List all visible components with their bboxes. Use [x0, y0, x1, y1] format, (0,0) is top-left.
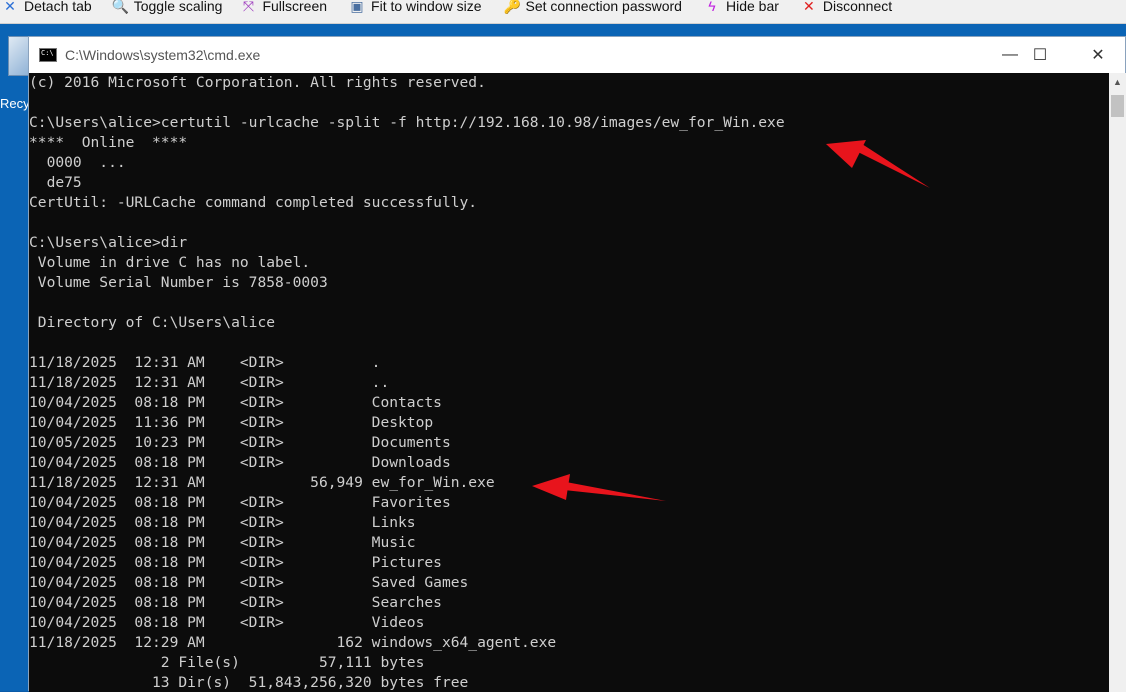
- console-line: **** Online ****: [29, 134, 188, 151]
- cmd-window[interactable]: C:\Windows\system32\cmd.exe — ☐ ✕ (c) 20…: [28, 36, 1126, 692]
- console-line: 0000 ...: [29, 154, 126, 171]
- toolbar-item-label: Fit to window size: [371, 0, 482, 14]
- console-output[interactable]: (c) 2016 Microsoft Corporation. All righ…: [29, 73, 1109, 692]
- console-line: CertUtil: -URLCache command completed su…: [29, 194, 478, 211]
- console-line: 10/04/2025 08:18 PM <DIR> Music: [29, 534, 416, 551]
- console-line: de75: [29, 174, 82, 191]
- toolbar-detach-tab-button[interactable]: ✕ Detach tab: [0, 0, 96, 14]
- toolbar-disconnect-button[interactable]: ✕ Disconnect: [799, 0, 896, 14]
- toolbar-item-label: Disconnect: [822, 0, 893, 14]
- lightning-icon: ϟ: [708, 0, 716, 14]
- window-titlebar[interactable]: C:\Windows\system32\cmd.exe — ☐ ✕: [29, 37, 1125, 73]
- toolbar-item-label: Toggle scaling: [133, 0, 223, 14]
- cmd-app-icon: [39, 48, 57, 62]
- console-line: C:\Users\alice>dir: [29, 234, 188, 251]
- fullscreen-icon: ⤧: [242, 0, 255, 14]
- console-line: Volume in drive C has no label.: [29, 254, 311, 271]
- scroll-up-icon[interactable]: ▲: [1109, 73, 1126, 90]
- console-line: 10/04/2025 08:18 PM <DIR> Downloads: [29, 454, 451, 471]
- console-line: C:\Users\alice>certutil -urlcache -split…: [29, 114, 785, 131]
- close-x-icon: ✕: [803, 0, 815, 14]
- toolbar-item-label: Set connection password: [525, 0, 682, 14]
- console-line: 11/18/2025 12:29 AM 162 windows_x64_agen…: [29, 634, 557, 651]
- scrollbar-thumb[interactable]: [1111, 95, 1124, 117]
- console-line: 10/04/2025 08:18 PM <DIR> Videos: [29, 614, 425, 631]
- recycle-bin-label: Recy: [0, 96, 30, 111]
- console-line: 10/04/2025 11:36 PM <DIR> Desktop: [29, 414, 434, 431]
- toolbar-fullscreen-button[interactable]: ⤧ Fullscreen: [238, 0, 331, 14]
- maximize-icon: ☐: [1032, 47, 1048, 64]
- console-line: 2 File(s) 57,111 bytes: [29, 654, 425, 671]
- toolbar-fit-to-window-size-button[interactable]: ▣ Fit to window size: [347, 0, 485, 14]
- recycle-bin-shortcut[interactable]: Recy: [0, 36, 30, 116]
- console-line: 11/18/2025 12:31 AM <DIR> .: [29, 354, 381, 371]
- fit-window-icon: ▣: [350, 0, 364, 14]
- console-line: 10/04/2025 08:18 PM <DIR> Contacts: [29, 394, 442, 411]
- toolbar-item-label: Fullscreen: [262, 0, 328, 14]
- close-button[interactable]: ✕: [1069, 37, 1126, 73]
- console-line: 10/04/2025 08:18 PM <DIR> Favorites: [29, 494, 451, 511]
- toolbar-item-label: Hide bar: [725, 0, 779, 14]
- console-line: 10/04/2025 08:18 PM <DIR> Searches: [29, 594, 442, 611]
- vertical-scrollbar[interactable]: ▲: [1109, 73, 1126, 692]
- console-line: 10/04/2025 08:18 PM <DIR> Saved Games: [29, 574, 469, 591]
- console-line: 10/05/2025 10:23 PM <DIR> Documents: [29, 434, 451, 451]
- console-line: Directory of C:\Users\alice: [29, 314, 276, 331]
- console-line: 13 Dir(s) 51,843,256,320 bytes free: [29, 674, 469, 691]
- console-line: 10/04/2025 08:18 PM <DIR> Pictures: [29, 554, 442, 571]
- toolbar-set-connection-password-button[interactable]: 🔑 Set connection password: [502, 0, 686, 14]
- console-line: Volume Serial Number is 7858-0003: [29, 274, 328, 291]
- console-line: 11/18/2025 12:31 AM 56,949 ew_for_Win.ex…: [29, 474, 495, 491]
- detach-icon: ✕: [4, 0, 16, 14]
- console-line: 11/18/2025 12:31 AM <DIR> ..: [29, 374, 390, 391]
- console-line: (c) 2016 Microsoft Corporation. All righ…: [29, 74, 486, 91]
- toolbar-hide-bar-button[interactable]: ϟ Hide bar: [702, 0, 783, 14]
- console-line: 10/04/2025 08:18 PM <DIR> Links: [29, 514, 416, 531]
- toolbar-toggle-scaling-button[interactable]: 🔍 Toggle scaling: [110, 0, 227, 14]
- close-icon: ✕: [1091, 47, 1105, 64]
- recycle-bin-icon: [8, 36, 30, 76]
- magnifier-icon: 🔍: [111, 0, 130, 14]
- toolbar-item-label: Detach tab: [24, 0, 92, 14]
- window-title: C:\Windows\system32\cmd.exe: [65, 47, 261, 63]
- key-icon: 🔑: [503, 0, 521, 14]
- remote-session-toolbar: ✕ Detach tab 🔍 Toggle scaling ⤧ Fullscreen ▣ Fi…: [0, 0, 1126, 24]
- maximize-button[interactable]: ☐: [1011, 37, 1069, 73]
